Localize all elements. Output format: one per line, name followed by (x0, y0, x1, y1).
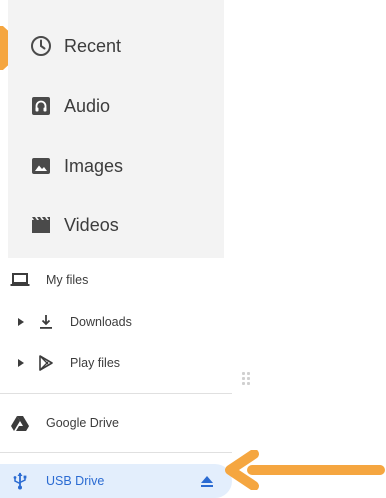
laptop-icon (10, 270, 30, 290)
video-icon (30, 214, 52, 236)
divider (0, 393, 232, 394)
annotation-arrow-right (225, 450, 385, 490)
resize-handle[interactable] (242, 372, 250, 385)
play-store-icon (36, 353, 56, 373)
expand-arrow-icon[interactable] (16, 317, 26, 327)
quick-access-audio[interactable]: Audio (30, 91, 110, 121)
nav-usb-drive[interactable]: USB Drive (0, 464, 232, 498)
my-files-label: My files (46, 273, 89, 287)
nav-downloads[interactable]: Downloads (16, 307, 132, 337)
audio-label: Audio (64, 95, 111, 116)
usb-icon (10, 471, 30, 491)
quick-access-videos[interactable]: Videos (30, 210, 119, 240)
divider (0, 452, 232, 453)
downloads-label: Downloads (70, 315, 132, 329)
videos-label: Videos (64, 214, 119, 235)
nav-my-files[interactable]: My files (10, 265, 88, 295)
download-icon (36, 312, 56, 332)
google-drive-icon (10, 413, 30, 433)
recent-label: Recent (64, 35, 122, 56)
clock-icon (30, 35, 52, 57)
nav-play-files[interactable]: Play files (16, 348, 120, 378)
images-label: Images (64, 155, 124, 176)
google-drive-label: Google Drive (46, 416, 119, 430)
quick-access-recent[interactable]: Recent (30, 31, 121, 61)
audio-icon (30, 95, 52, 117)
eject-icon[interactable] (200, 475, 214, 487)
quick-access-images[interactable]: Images (30, 151, 123, 181)
expand-arrow-icon[interactable] (16, 358, 26, 368)
image-icon (30, 155, 52, 177)
usb-drive-label: USB Drive (46, 474, 105, 488)
play-files-label: Play files (70, 356, 121, 370)
nav-google-drive[interactable]: Google Drive (10, 408, 119, 438)
